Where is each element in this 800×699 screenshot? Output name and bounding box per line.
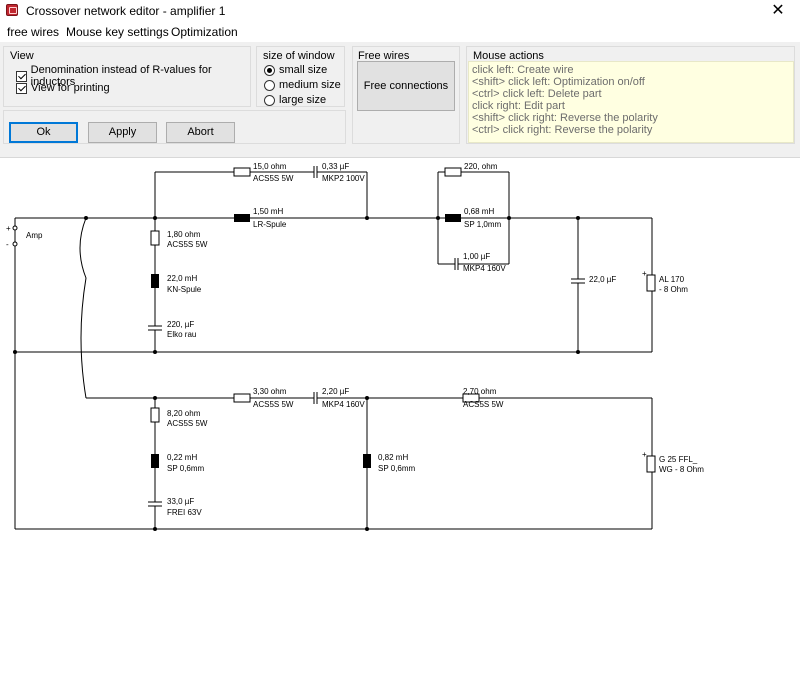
mouse-actions-group: Mouse actions click left: Create wire <s… <box>466 46 795 144</box>
upper-c-top-type: MKP2 100V <box>322 174 365 183</box>
lower-speaker-name: G 25 FFL_ <box>659 455 698 464</box>
printing-checkbox[interactable] <box>16 82 27 94</box>
free-connections-button[interactable]: Free connections <box>357 61 455 111</box>
menu-free-wires[interactable]: free wires <box>7 25 59 39</box>
amp-minus-label: - <box>6 240 9 249</box>
abort-button[interactable]: Abort <box>166 122 235 143</box>
lower-c1-value: 2,20 µF <box>322 387 349 396</box>
denomination-checkbox[interactable] <box>16 70 27 82</box>
mouse-action-line: <ctrl> click right: Reverse the polarity <box>472 124 653 136</box>
lower-l-shunt2-type: SP 0,6mm <box>378 464 416 473</box>
size-medium-label: medium size <box>279 79 341 91</box>
title-bar: Crossover network editor - amplifier 1 ✕ <box>0 0 800 22</box>
amp-label: Amp <box>26 231 43 240</box>
lower-l-shunt2-value: 0,82 mH <box>378 453 408 462</box>
size-group: size of window small size medium size la… <box>256 46 345 107</box>
upper-c-top-value: 0,33 µF <box>322 162 349 171</box>
upper-speaker-impedance: - 8 Ohm <box>659 285 688 294</box>
apply-button[interactable]: Apply <box>88 122 157 143</box>
schematic-canvas[interactable]: + - Amp 15,0 ohm ACS5S 5W 0,33 µF MKP2 1… <box>0 158 800 696</box>
lower-r2-type: ACS5S 5W <box>463 400 504 409</box>
mouse-action-line: <shift> click left: Optimization on/off <box>472 76 645 88</box>
lower-r1-value: 3,30 ohm <box>253 387 287 396</box>
size-large-label: large size <box>279 94 327 106</box>
upper-r-shunt-value: 1,80 ohm <box>167 230 201 239</box>
upper-c-shunt2-value: 22,0 µF <box>589 275 616 284</box>
size-option-small[interactable]: small size <box>264 64 327 76</box>
lower-c-shunt-value: 33,0 µF <box>167 497 194 506</box>
free-wires-group: Free wires Free connections <box>352 46 460 144</box>
menu-bar: free wires Mouse key settings Optimizati… <box>0 22 800 42</box>
upper-l2-value: 0,68 mH <box>464 207 494 216</box>
mouse-actions-box: click left: Create wire <shift> click le… <box>468 61 794 143</box>
upper-l-shunt-type: KN-Spule <box>167 285 202 294</box>
mouse-action-line: click left: Create wire <box>472 64 574 76</box>
upper-r-shunt-type: ACS5S 5W <box>167 240 208 249</box>
lower-r2-value: 2,70 ohm <box>463 387 497 396</box>
lower-r-shunt-value: 8,20 ohm <box>167 409 201 418</box>
lower-c-shunt-type: FREI 63V <box>167 508 202 517</box>
size-small-radio[interactable] <box>264 64 275 76</box>
menu-mouse-key-settings[interactable]: Mouse key settings <box>66 25 169 39</box>
lower-l-shunt-value: 0,22 mH <box>167 453 197 462</box>
upper-r-par-value: 220, ohm <box>464 162 498 171</box>
upper-speaker-name: AL 170 <box>659 275 685 284</box>
mouse-action-line: click right: Edit part <box>472 100 565 112</box>
lower-speaker-impedance: WG - 8 Ohm <box>659 465 704 474</box>
buttons-group: Ok Apply Abort <box>3 110 346 144</box>
upper-c-shunt-value: 220, µF <box>167 320 194 329</box>
lower-l-shunt-type: SP 0,6mm <box>167 464 205 473</box>
view-group-title: View <box>10 50 34 62</box>
upper-l-shunt-value: 22,0 mH <box>167 274 197 283</box>
app-icon <box>6 4 18 16</box>
upper-c-shunt-type: Elko rau <box>167 330 196 339</box>
lower-c1-type: MKP4 160V <box>322 400 365 409</box>
upper-c-par-value: 1,00 µF <box>463 252 490 261</box>
lower-r-shunt-type: ACS5S 5W <box>167 419 208 428</box>
mouse-action-line: <ctrl> click left: Delete part <box>472 88 602 100</box>
size-medium-radio[interactable] <box>264 79 275 91</box>
ok-button[interactable]: Ok <box>9 122 78 143</box>
upper-speaker-plus: + <box>642 269 647 278</box>
upper-r-top-type: ACS5S 5W <box>253 174 294 183</box>
upper-r-top-value: 15,0 ohm <box>253 162 287 171</box>
schematic-svg[interactable]: + - Amp 15,0 ohm ACS5S 5W 0,33 µF MKP2 1… <box>0 158 800 696</box>
mouse-action-line: <shift> click right: Reverse the polarit… <box>472 112 658 124</box>
upper-l1-value: 1,50 mH <box>253 207 283 216</box>
size-option-large[interactable]: large size <box>264 94 326 106</box>
size-option-medium[interactable]: medium size <box>264 79 341 91</box>
size-large-radio[interactable] <box>264 94 275 106</box>
upper-l1-type: LR-Spule <box>253 220 287 229</box>
printing-option[interactable]: View for printing <box>16 82 110 94</box>
printing-label: View for printing <box>31 82 110 94</box>
tool-panel: View Denomination instead of R-values fo… <box>0 42 800 158</box>
view-group: View Denomination instead of R-values fo… <box>3 46 251 107</box>
window-title: Crossover network editor - amplifier 1 <box>26 4 226 18</box>
size-small-label: small size <box>279 64 328 76</box>
amp-plus-label: + <box>6 224 11 233</box>
upper-l2-type: SP 1,0mm <box>464 220 502 229</box>
menu-optimization[interactable]: Optimization <box>171 25 238 39</box>
upper-c-par-type: MKP4 160V <box>463 264 506 273</box>
close-button[interactable]: ✕ <box>756 0 800 22</box>
size-group-title: size of window <box>263 50 335 62</box>
lower-speaker-plus: + <box>642 450 647 459</box>
lower-r1-type: ACS5S 5W <box>253 400 294 409</box>
